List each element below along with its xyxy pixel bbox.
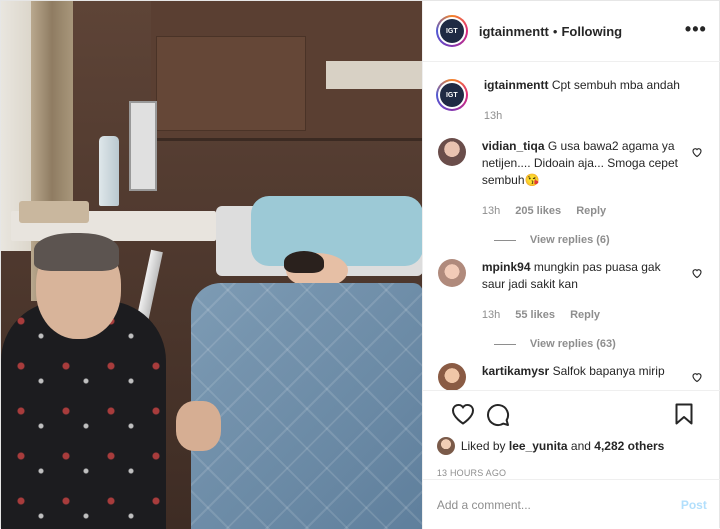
comment-time[interactable]: 13h — [482, 309, 500, 321]
comment-username[interactable]: mpink94 — [482, 260, 531, 274]
comment-input[interactable]: Add a comment... — [437, 498, 681, 512]
reply-button[interactable]: Reply — [576, 205, 606, 217]
liked-by-prefix: Liked by — [460, 439, 506, 453]
comment-item: vidian_tiqa G usa bawa2 agama ya netijen… — [436, 138, 707, 220]
comment-body: kartikamysr Salfok bapanya mirip — [482, 363, 707, 390]
liker-avatar[interactable] — [436, 437, 455, 455]
comment-heart-icon[interactable] — [691, 267, 703, 279]
comment-username[interactable]: kartikamysr — [482, 364, 549, 378]
view-replies-label: View replies (63) — [529, 338, 616, 350]
post-actions: Liked by lee_yunita and 4,282 others 13 … — [422, 390, 720, 478]
action-icons-row — [437, 391, 707, 437]
caption-body: igtainmentt Cpt sembuh mba andah 13h — [484, 77, 707, 125]
comment-item: kartikamysr Salfok bapanya mirip — [436, 363, 707, 390]
post-header: IGT igtainmentt • Following ••• — [422, 1, 720, 62]
photo-water-bottle — [99, 136, 119, 206]
add-comment-bar: Add a comment... Post — [422, 479, 720, 529]
view-replies-button[interactable]: View replies (63) — [493, 338, 707, 350]
comment-text-line: vidian_tiqa G usa bawa2 agama ya netijen… — [482, 138, 687, 189]
reply-button[interactable]: Reply — [570, 309, 600, 321]
comment-text: Salfok bapanya mirip — [552, 364, 665, 378]
like-heart-icon[interactable] — [451, 403, 475, 425]
comment-bubble-icon[interactable] — [486, 403, 510, 427]
photo-outlet-panel — [326, 61, 422, 89]
profile-avatar[interactable]: IGT — [435, 15, 468, 47]
avatar-logo: IGT — [439, 19, 464, 43]
comment-text-line: kartikamysr Salfok bapanya mirip — [482, 363, 687, 380]
comment-time[interactable]: 13h — [482, 205, 500, 217]
photo-patient-hair — [284, 251, 324, 273]
header-separator-dot: • — [552, 23, 558, 39]
comments-list[interactable]: IGT igtainmentt Cpt sembuh mba andah 13h… — [423, 63, 720, 390]
comment-text-line: mpink94 mungkin pas puasa gak saur jadi … — [482, 259, 687, 293]
comment-username[interactable]: vidian_tiqa — [482, 139, 545, 153]
caption-time[interactable]: 13h — [484, 108, 707, 125]
caption-text: Cpt sembuh mba andah — [551, 78, 680, 92]
post-comment-button[interactable]: Post — [681, 498, 707, 512]
post-sidebar: IGT igtainmentt • Following ••• IGT igta… — [421, 1, 720, 529]
comment-likes[interactable]: 205 likes — [515, 205, 561, 217]
photo-cabinet-door — [156, 36, 306, 131]
replies-divider-line — [493, 343, 516, 345]
commenter-avatar[interactable] — [437, 363, 466, 390]
avatar-logo: IGT — [439, 83, 464, 107]
bookmark-icon[interactable] — [675, 403, 693, 425]
comment-body: mpink94 mungkin pas puasa gak saur jadi … — [482, 259, 707, 324]
following-button[interactable]: Following — [561, 24, 622, 39]
post-timestamp[interactable]: 13 HOURS AGO — [437, 468, 707, 478]
commenter-avatar[interactable] — [437, 138, 466, 166]
comment-likes[interactable]: 55 likes — [515, 309, 555, 321]
post-photo[interactable] — [1, 1, 422, 529]
more-horizontal-icon[interactable]: ••• — [685, 20, 707, 38]
caption: IGT igtainmentt Cpt sembuh mba andah 13h — [435, 77, 707, 125]
avatar-ring-inner: IGT — [437, 81, 466, 109]
comment-item: mpink94 mungkin pas puasa gak saur jadi … — [436, 259, 707, 324]
comment-meta: 13h 205 likes Reply — [482, 203, 687, 220]
view-replies-button[interactable]: View replies (6) — [493, 234, 707, 246]
avatar-ring-inner: IGT — [437, 17, 466, 45]
liked-by-row: Liked by lee_yunita and 4,282 others — [436, 437, 707, 455]
photo-man-hand — [176, 401, 221, 451]
caption-avatar[interactable]: IGT — [435, 79, 468, 111]
comment-heart-icon[interactable] — [691, 146, 703, 158]
comment-body: vidian_tiqa G usa bawa2 agama ya netijen… — [482, 138, 707, 220]
view-replies-label: View replies (6) — [529, 234, 610, 246]
photo-blanket-quilting — [191, 283, 422, 529]
liked-by-count[interactable]: 4,282 others — [594, 439, 664, 453]
liked-by-user[interactable]: lee_yunita — [509, 439, 568, 453]
replies-divider-line — [493, 239, 516, 241]
caption-text-line: igtainmentt Cpt sembuh mba andah — [484, 77, 707, 94]
photo-man-hair — [34, 233, 119, 271]
photo-food-tray — [19, 201, 89, 223]
caption-username[interactable]: igtainmentt — [484, 78, 549, 92]
commenter-avatar[interactable] — [437, 259, 466, 287]
comment-heart-icon[interactable] — [691, 371, 703, 383]
header-username[interactable]: igtainmentt — [479, 24, 549, 39]
photo-pillow — [251, 196, 422, 266]
photo-blood-pressure-monitor — [129, 101, 157, 191]
comment-meta: 13h 55 likes Reply — [482, 307, 687, 324]
post-container: IGT igtainmentt • Following ••• IGT igta… — [0, 0, 720, 529]
liked-by-and: and — [570, 439, 591, 453]
